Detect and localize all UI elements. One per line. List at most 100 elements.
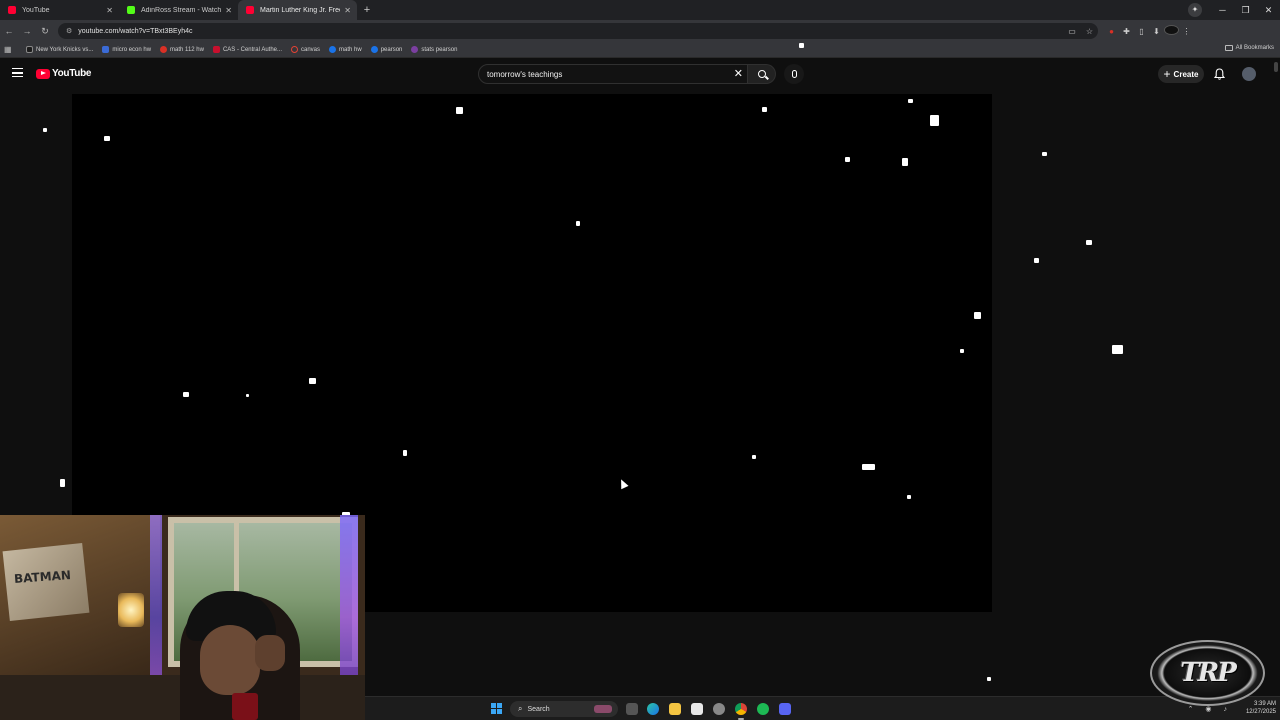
cast-icon[interactable]: ▭ [1068,27,1076,36]
profile-avatar[interactable] [1164,25,1179,37]
taskbar-search-label: Search [527,705,550,713]
browser-tab[interactable]: AdinRoss Stream - Watch Live o ✕ [119,0,238,20]
snowflake [960,349,964,353]
close-tab-icon[interactable]: ✕ [344,6,351,15]
search-input[interactable]: tomorrow's teachings ✕ [478,64,748,84]
youtube-logo[interactable]: YouTube [36,68,92,79]
bookmark-item[interactable]: pearson [370,46,402,53]
search-highlight-icon [594,705,612,713]
clock-date: 12/27/2025 [1245,709,1276,715]
reload-icon[interactable]: ↻ [36,26,54,37]
bookmark-favicon [329,46,337,53]
snowflake [845,157,850,162]
snowflake [1112,345,1123,354]
settings-gear-icon[interactable] [713,703,725,715]
system-clock[interactable]: 3:39 AM 12/27/2025 [1246,700,1276,716]
account-avatar[interactable] [1242,67,1256,81]
side-panel-icon[interactable]: ▯ [1134,27,1149,36]
streamer-logo: TRP [1150,640,1265,706]
snowflake [60,479,65,487]
folder-icon [1224,45,1233,51]
edge-icon[interactable] [647,703,659,715]
snowflake [974,312,981,319]
streamer-webcam: BATMAN [0,515,365,720]
snowflake [1086,240,1092,245]
minimize-icon[interactable]: ─ [1211,5,1234,15]
snowflake [902,158,908,166]
browser-toolbar: ← → ↻ ⚙ youtube.com/watch?v=TBxt3BEyh4c … [0,20,1280,42]
forward-icon[interactable]: → [18,26,36,36]
search-query-text: tomorrow's teachings [487,69,563,79]
close-tab-icon[interactable]: ✕ [106,6,113,15]
system-tray-icons[interactable]: ⌃ ◉ ♪ [1188,705,1232,713]
tab-search-icon[interactable]: ✦ [1188,3,1202,17]
bookmark-label: canvas [301,46,321,53]
microsoft-store-icon[interactable] [691,703,703,715]
browser-tab[interactable]: YouTube ✕ [0,0,119,20]
bookmark-item[interactable]: New York Knicks vs... [26,46,93,53]
snowflake [752,455,756,459]
close-window-icon[interactable]: ✕ [1257,5,1280,16]
tab-title: Martin Luther King Jr. Frees Th [260,6,340,14]
streamer-face [200,625,260,695]
webcam-cup [232,693,258,720]
youtube-masthead: YouTube tomorrow's teachings ✕ + Create [0,58,1280,90]
tab-title: YouTube [22,6,50,14]
snowflake [104,136,110,141]
file-explorer-icon[interactable] [669,703,681,715]
menu-kebab-icon[interactable]: ⋮ [1179,27,1194,36]
windows-start-icon[interactable] [491,703,502,714]
address-bar[interactable]: ⚙ youtube.com/watch?v=TBxt3BEyh4c ▭ ☆ [58,23,1098,39]
page-scrollbar[interactable] [1274,62,1278,72]
site-info-icon[interactable]: ⚙ [66,27,72,35]
all-bookmarks-label: All Bookmarks [1235,45,1274,51]
taskbar-search[interactable]: ⌕ Search [510,701,618,717]
extension-icons: ● ✚ ▯ ⬇ ⋮ [1104,25,1194,37]
plus-icon: + [1163,67,1171,81]
notifications-bell-icon[interactable] [1213,67,1226,80]
bookmark-item[interactable]: CAS - Central Authe... [212,46,282,53]
bookmark-star-icon[interactable]: ☆ [1086,27,1093,36]
extensions-puzzle-icon[interactable]: ✚ [1119,27,1134,36]
maximize-icon[interactable]: ❐ [1234,5,1257,16]
back-icon[interactable]: ← [0,26,18,36]
search-icon [757,70,766,78]
chrome-icon[interactable] [735,703,747,720]
snowflake [930,115,939,126]
streamer-hand [255,635,285,671]
snowflake [43,128,47,132]
bookmark-favicon [370,46,378,53]
bookmark-label: New York Knicks vs... [36,46,94,53]
browser-tab-active[interactable]: Martin Luther King Jr. Frees Th ✕ [238,0,357,20]
bookmark-item[interactable]: math 112 hw [160,46,204,53]
snowflake [762,107,767,112]
menu-icon[interactable] [12,68,23,77]
bookmark-item[interactable]: math hw [329,46,362,53]
clear-search-icon[interactable]: ✕ [734,67,743,80]
close-tab-icon[interactable]: ✕ [225,6,232,15]
browser-tab-bar: YouTube ✕ AdinRoss Stream - Watch Live o… [0,0,1280,20]
bookmark-item[interactable]: stats pearson [411,46,457,53]
kick-icon [127,6,135,14]
bookmark-label: micro econ hw [112,46,152,53]
task-view-icon[interactable] [626,703,638,715]
spotify-icon[interactable] [757,703,769,715]
discord-icon[interactable] [779,703,791,715]
create-button[interactable]: + Create [1158,65,1204,83]
bookmark-item[interactable]: micro econ hw [102,46,151,53]
url-text: youtube.com/watch?v=TBxt3BEyh4c [78,27,193,35]
download-icon[interactable]: ⬇ [1149,27,1164,36]
voice-search-button[interactable] [784,64,804,84]
clock-time: 3:39 AM [1253,701,1276,707]
apps-grid-icon[interactable]: ▦ [4,45,14,54]
bookmark-favicon [212,46,220,53]
bookmark-label: math 112 hw [170,46,204,53]
snowflake [183,392,189,397]
extension-icon[interactable]: ● [1104,27,1119,36]
all-bookmarks-button[interactable]: All Bookmarks [1224,45,1274,51]
snowflake [987,677,991,681]
new-tab-button[interactable]: + [357,0,377,20]
snowflake [1034,258,1039,263]
search-button[interactable] [748,64,776,84]
bookmark-item[interactable]: canvas [291,46,320,53]
